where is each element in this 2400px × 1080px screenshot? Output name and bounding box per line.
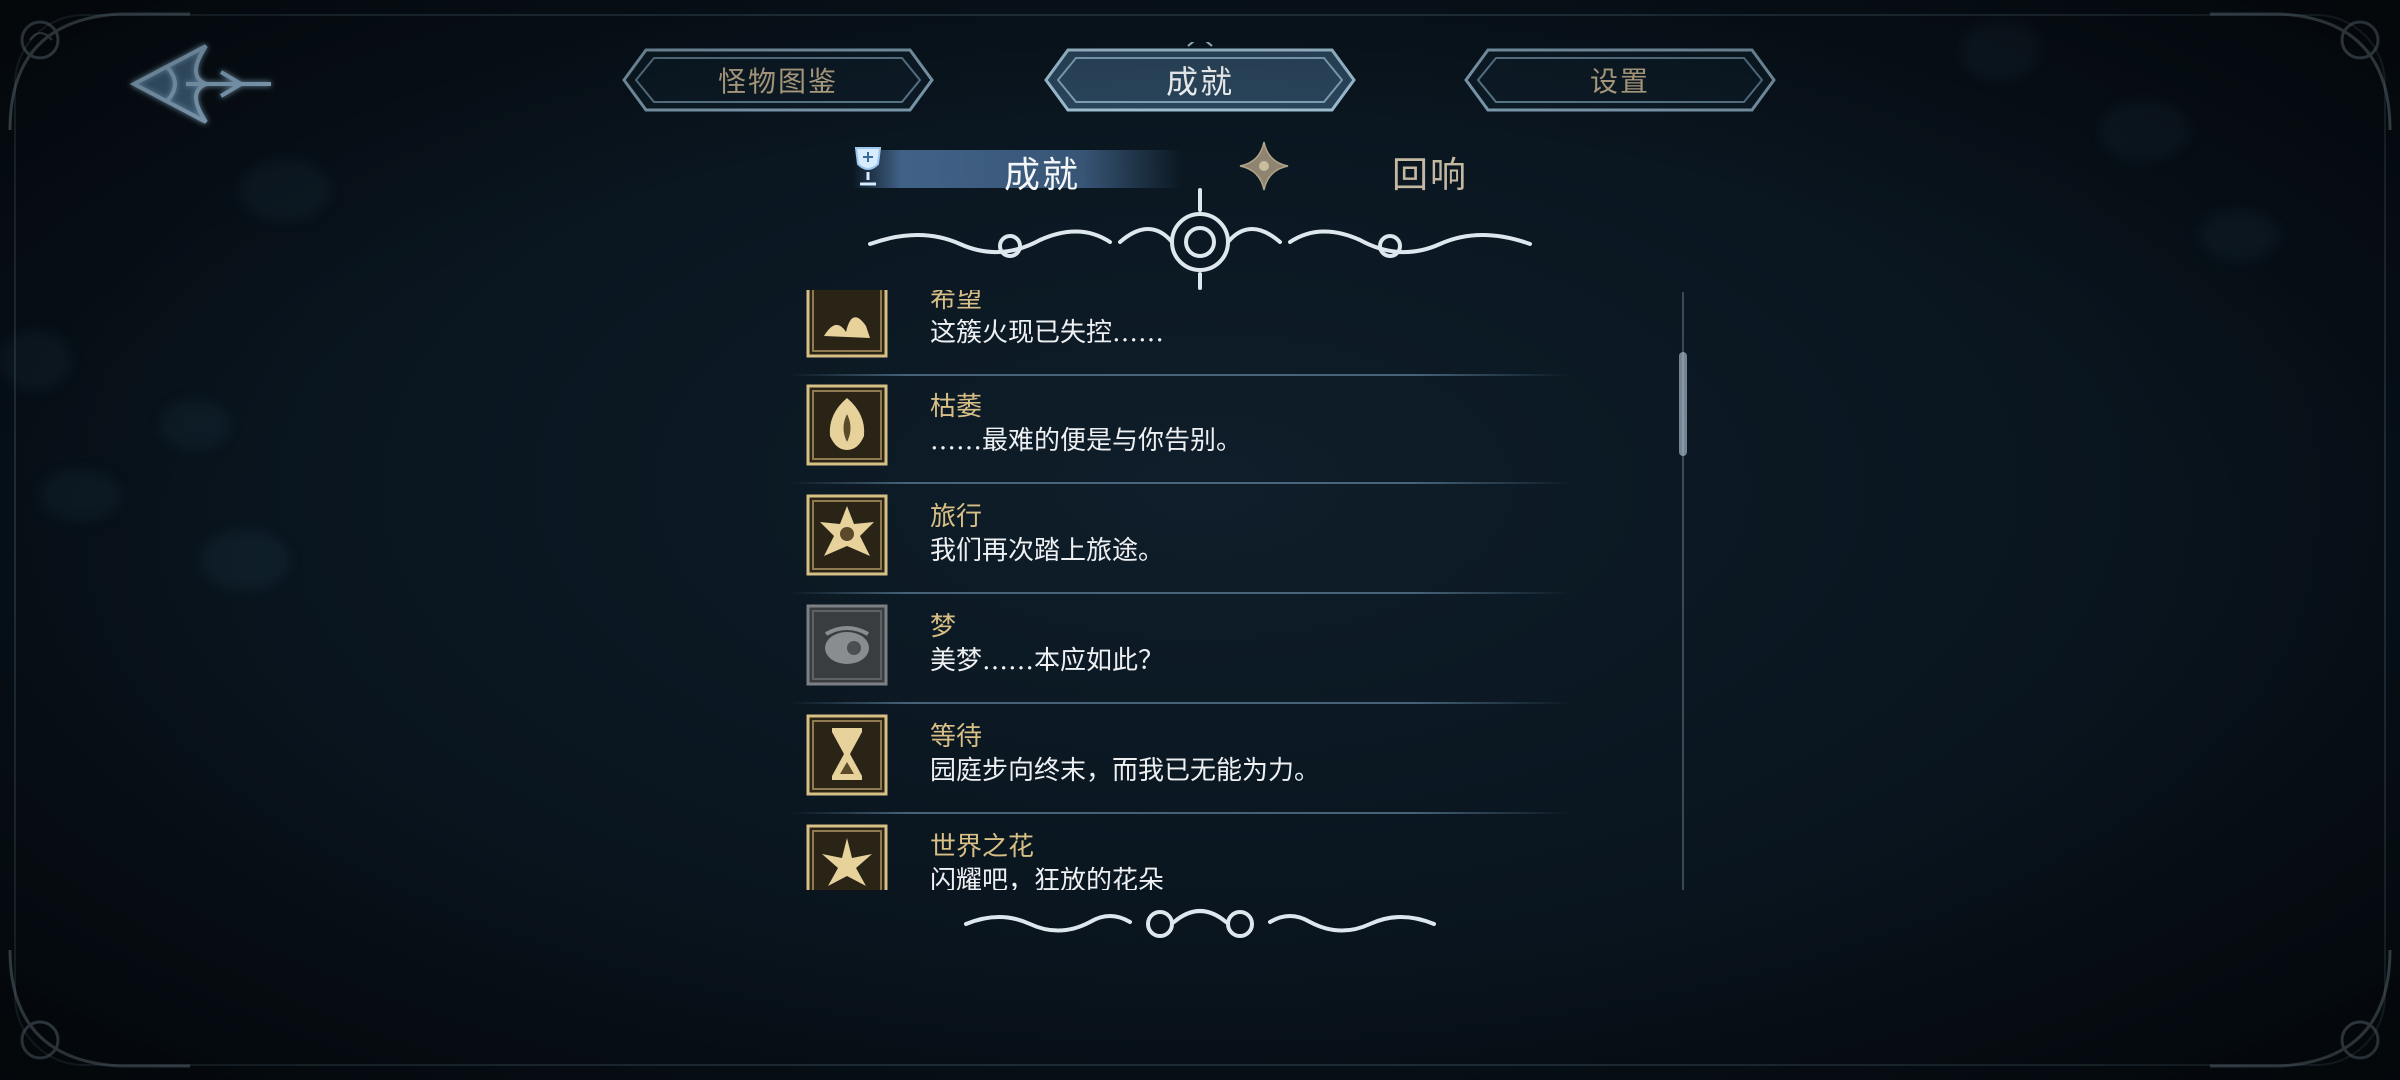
tab-monster-codex-label: 怪物图鉴 bbox=[717, 65, 838, 98]
achievement-desc: 美梦……本应如此？ bbox=[930, 646, 1165, 676]
tab-settings-label: 设置 bbox=[1589, 65, 1650, 98]
achievement-title: 枯萎 bbox=[930, 392, 983, 422]
scrollbar-thumb[interactable] bbox=[1679, 352, 1687, 456]
back-arrow-button[interactable] bbox=[126, 36, 276, 132]
row-divider bbox=[790, 482, 1570, 484]
row-divider bbox=[790, 592, 1570, 594]
header-divider-ornament bbox=[868, 188, 1532, 290]
achievement-row[interactable]: 等待 园庭步向终末，而我已无能为力。 bbox=[790, 706, 1570, 814]
trophy-icon bbox=[854, 147, 882, 186]
achievement-title: 旅行 bbox=[930, 502, 983, 532]
achievement-title: 梦 bbox=[930, 612, 957, 642]
footer-divider-ornament bbox=[964, 909, 1436, 938]
achievement-desc: 我们再次踏上旅途。 bbox=[930, 536, 1165, 566]
achievement-desc: 这簇火现已失控…… bbox=[930, 318, 1165, 348]
tab-achievements-label: 成就 bbox=[1165, 63, 1234, 101]
corner-ornament-top-right bbox=[2210, 12, 2392, 131]
achievement-desc: 闪耀吧，狂放的花朵 bbox=[930, 866, 1165, 890]
four-point-star-icon bbox=[1239, 141, 1289, 191]
achievement-desc: ……最难的便是与你告别。 bbox=[930, 426, 1243, 456]
journey-icon bbox=[806, 494, 888, 576]
wither-icon bbox=[806, 384, 888, 466]
corner-ornament-bottom-left bbox=[8, 949, 190, 1068]
hope-icon bbox=[806, 290, 888, 358]
hourglass-icon bbox=[806, 714, 888, 796]
row-divider bbox=[790, 702, 1570, 704]
achievement-desc: 园庭步向终末，而我已无能为力。 bbox=[930, 756, 1321, 786]
achievement-title: 世界之花 bbox=[930, 832, 1035, 862]
achievement-row[interactable]: 旅行 我们再次踏上旅途。 bbox=[790, 486, 1570, 594]
achievement-title: 等待 bbox=[930, 722, 983, 752]
achievement-row[interactable]: 梦 美梦……本应如此？ bbox=[790, 596, 1570, 704]
achievement-row[interactable]: 枯萎 ……最难的便是与你告别。 bbox=[790, 376, 1570, 484]
achievement-row[interactable]: 希望 这簇火现已失控…… bbox=[790, 290, 1570, 376]
world-flower-icon bbox=[806, 824, 888, 890]
tab-monster-codex[interactable]: 怪物图鉴 bbox=[606, 42, 950, 118]
corner-ornament-bottom-right bbox=[2210, 949, 2392, 1068]
row-divider bbox=[790, 812, 1570, 814]
tab-settings[interactable]: 设置 bbox=[1448, 42, 1792, 118]
achievement-row[interactable]: 世界之花 闪耀吧，狂放的花朵 bbox=[790, 816, 1570, 890]
tab-achievements[interactable]: 成就 bbox=[1028, 42, 1372, 118]
dream-icon bbox=[806, 604, 888, 686]
achievement-list[interactable]: 希望 这簇火现已失控…… 枯萎 ……最难的便是与你告别。 旅行 我们再次踏上旅途… bbox=[790, 290, 1685, 890]
